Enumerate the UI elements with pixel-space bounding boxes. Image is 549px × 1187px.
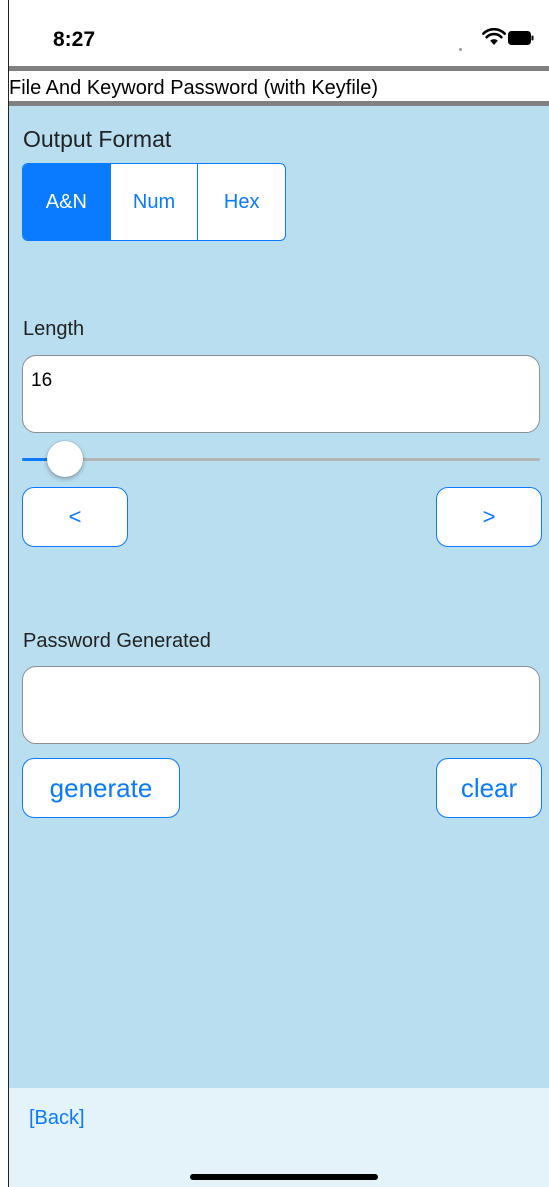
title-bar: File And Keyword Password (with Keyfile) bbox=[9, 66, 549, 106]
back-link[interactable]: [Back] bbox=[29, 1107, 85, 1130]
status-time: 8:27 bbox=[53, 28, 96, 51]
home-indicator bbox=[190, 1174, 378, 1180]
generate-button[interactable]: generate bbox=[22, 758, 180, 818]
length-input[interactable]: 16 bbox=[22, 355, 540, 433]
bottom-bar: [Back] bbox=[9, 1088, 549, 1187]
segment-numeric[interactable]: Num bbox=[109, 164, 198, 240]
length-slider-thumb[interactable] bbox=[47, 441, 83, 477]
main-content: Output Format A&N Num Hex Length 16 < > … bbox=[9, 106, 549, 1088]
output-format-label: Output Format bbox=[23, 126, 172, 152]
page-title: File And Keyword Password (with Keyfile) bbox=[9, 77, 379, 99]
length-slider-track[interactable] bbox=[22, 458, 540, 461]
password-generated-label: Password Generated bbox=[23, 630, 211, 652]
clear-button[interactable]: clear bbox=[436, 758, 542, 818]
password-output-field[interactable] bbox=[22, 666, 540, 744]
segment-hex[interactable]: Hex bbox=[197, 164, 285, 240]
segment-alphanumeric[interactable]: A&N bbox=[23, 164, 110, 240]
wifi-icon bbox=[482, 28, 506, 45]
increment-length-button[interactable]: > bbox=[436, 487, 542, 547]
length-label: Length bbox=[23, 318, 85, 340]
decrement-length-button[interactable]: < bbox=[22, 487, 128, 547]
phone-screen: 8:27 File And Keyword Password (with Key… bbox=[8, 0, 549, 1187]
output-format-segmented-control[interactable]: A&N Num Hex bbox=[22, 163, 286, 241]
status-bar: 8:27 bbox=[9, 0, 549, 105]
battery-icon bbox=[508, 31, 534, 45]
